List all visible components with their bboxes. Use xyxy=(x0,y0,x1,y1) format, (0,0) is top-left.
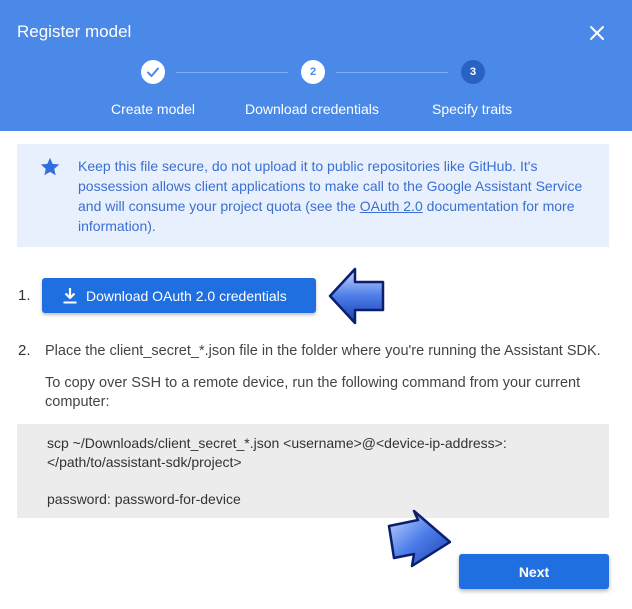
step-connector xyxy=(336,72,448,73)
download-credentials-button[interactable]: Download OAuth 2.0 credentials xyxy=(42,278,316,313)
step-2-instruction: Place the client_secret_*.json file in t… xyxy=(45,343,601,359)
close-icon[interactable] xyxy=(586,22,608,44)
security-notice: Keep this file secure, do not upload it … xyxy=(17,144,609,247)
register-model-dialog: Register model 2 3 Create model Download… xyxy=(0,0,632,609)
security-notice-text: Keep this file secure, do not upload it … xyxy=(78,156,588,236)
ssh-instruction-line-2: computer: xyxy=(45,394,110,410)
command-password-line: password: password-for-device xyxy=(47,491,241,507)
step-label-specify-traits: Specify traits xyxy=(432,101,513,117)
command-line-1: scp ~/Downloads/client_secret_*.json <us… xyxy=(47,435,507,451)
next-button[interactable]: Next xyxy=(459,554,609,589)
scp-command-block: scp ~/Downloads/client_secret_*.json <us… xyxy=(17,424,609,518)
download-icon xyxy=(63,287,77,303)
step-marker-3: 3 xyxy=(461,60,485,84)
step-2-number: 2. xyxy=(18,342,31,359)
ssh-instruction-line-1: To copy over SSH to a remote device, run… xyxy=(45,375,581,391)
dialog-title: Register model xyxy=(17,22,132,41)
step-1-number: 1. xyxy=(18,287,31,304)
left-arrow-icon xyxy=(328,267,385,325)
command-line-2: </path/to/assistant-sdk/project> xyxy=(47,454,242,470)
step-create-model-check-icon xyxy=(141,60,165,84)
step-marker-2: 2 xyxy=(301,60,325,84)
step-label-download-credentials: Download credentials xyxy=(245,101,379,117)
download-button-label: Download OAuth 2.0 credentials xyxy=(86,287,287,304)
step-connector xyxy=(176,72,288,73)
star-icon xyxy=(39,156,61,178)
diagonal-arrow-icon xyxy=(387,509,452,568)
dialog-header: Register model 2 3 Create model Download… xyxy=(0,0,632,131)
oauth-documentation-link[interactable]: OAuth 2.0 xyxy=(360,198,423,214)
step-label-create-model: Create model xyxy=(111,101,196,117)
